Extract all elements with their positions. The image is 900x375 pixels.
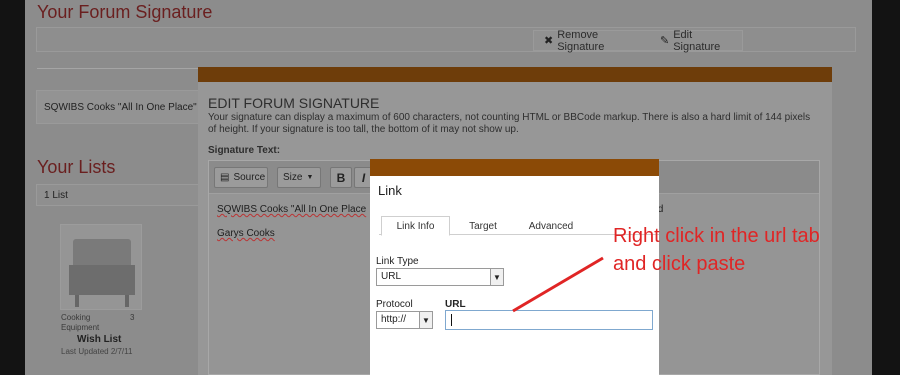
url-input[interactable] [445, 310, 653, 330]
list-category: Cooking Equipment [61, 313, 100, 332]
modal-title: EDIT FORUM SIGNATURE [208, 95, 380, 111]
signature-text-label: Signature Text: [208, 145, 281, 156]
grill-thumbnail[interactable] [60, 224, 142, 310]
grill-lid [73, 239, 131, 265]
signature-preview-text: SQWIBS Cooks "All In One Place" [44, 102, 197, 113]
editor-text-line2: Garys Cooks [217, 228, 275, 239]
dialog-title: Link [378, 183, 402, 198]
protocol-select[interactable]: http:// ▼ [376, 311, 433, 329]
list-item-count: 3 [130, 313, 135, 322]
grill-leg [75, 295, 79, 307]
left-margin [0, 0, 25, 375]
close-icon: ✖ [544, 35, 554, 47]
remove-signature-label: Remove Signature [557, 28, 605, 53]
edit-signature-label: Edit Signature [673, 28, 721, 53]
annotation-line2: and click paste [613, 253, 746, 275]
protocol-label: Protocol [376, 299, 413, 310]
bold-button[interactable]: B [330, 167, 352, 188]
lists-count: 1 List [36, 184, 206, 206]
modal-header-bar [198, 67, 832, 82]
size-label: Size [283, 172, 303, 183]
grill-leg [125, 295, 129, 307]
tab-target[interactable]: Target [459, 216, 507, 236]
right-margin [872, 0, 900, 375]
divider [37, 68, 217, 69]
edit-signature-button[interactable]: ✎ Edit Signature [660, 29, 742, 53]
chevron-down-icon: ▼ [419, 312, 432, 328]
lists-title: Your Lists [37, 157, 116, 177]
page-title: Your Forum Signature [37, 2, 213, 22]
dialog-header-bar [370, 159, 659, 176]
document-icon: ▤ [220, 172, 230, 183]
signature-actions: ✖ Remove Signature ✎ Edit Signature [533, 29, 743, 53]
grill-body [69, 265, 135, 295]
modal-description: Your signature can display a maximum of … [208, 112, 811, 135]
list-updated: Last Updated 2/7/11 [61, 347, 133, 356]
text-cursor [451, 314, 452, 326]
protocol-value: http:// [381, 314, 407, 325]
link-type-value: URL [381, 271, 402, 282]
url-label: URL [445, 299, 466, 310]
source-button[interactable]: ▤ Source [214, 167, 268, 188]
link-type-select[interactable]: URL ▼ [376, 268, 504, 286]
pencil-icon: ✎ [659, 35, 670, 47]
annotation-line1: Right click in the url tab [613, 225, 820, 247]
source-label: Source [233, 172, 266, 183]
link-type-label: Link Type [376, 256, 419, 267]
size-dropdown[interactable]: Size ▼ [277, 167, 321, 188]
chevron-down-icon: ▼ [306, 174, 314, 181]
signature-preview: SQWIBS Cooks "All In One Place" [36, 90, 206, 124]
wish-list-link[interactable]: Wish List [77, 334, 121, 345]
chevron-down-icon: ▼ [490, 269, 503, 285]
remove-signature-button[interactable]: ✖ Remove Signature [544, 29, 648, 53]
annotation-text: Right click in the url tab and click pas… [613, 222, 820, 278]
tab-link-info[interactable]: Link Info [381, 216, 450, 236]
tab-advanced[interactable]: Advanced [527, 216, 575, 236]
editor-text-line1: SQWIBS Cooks "All In One Place [217, 204, 367, 215]
